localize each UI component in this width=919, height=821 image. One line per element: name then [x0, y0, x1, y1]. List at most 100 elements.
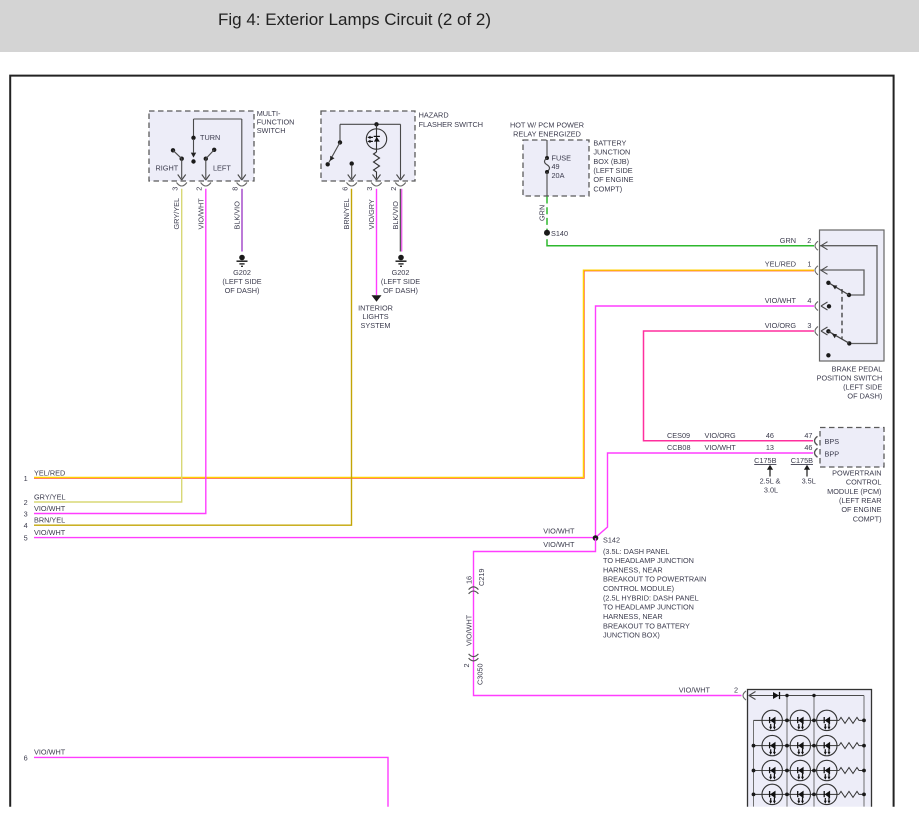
svg-text:VIO/WHT: VIO/WHT [543, 526, 575, 535]
svg-text:BPP: BPP [825, 450, 840, 459]
svg-text:(LEFT SIDE: (LEFT SIDE [222, 277, 261, 286]
svg-text:BRAKE PEDAL: BRAKE PEDAL [832, 365, 883, 374]
svg-text:BLK/VIO: BLK/VIO [391, 201, 400, 230]
svg-text:3.0L: 3.0L [764, 486, 778, 495]
svg-text:S142: S142 [603, 536, 620, 545]
svg-text:(LEFT REAR: (LEFT REAR [839, 496, 881, 505]
svg-text:BREAKOUT TO BATTERY: BREAKOUT TO BATTERY [603, 621, 690, 630]
svg-text:RELAY ENERGIZED: RELAY ENERGIZED [513, 130, 581, 139]
svg-text:CCB08: CCB08 [667, 443, 691, 452]
svg-text:FUSE: FUSE [552, 153, 572, 162]
svg-text:20A: 20A [552, 171, 565, 180]
svg-text:47: 47 [804, 431, 812, 440]
svg-text:VIO/WHT: VIO/WHT [679, 685, 711, 694]
svg-text:2: 2 [24, 498, 28, 507]
svg-text:C175B: C175B [754, 456, 776, 465]
svg-text:TO HEADLAMP JUNCTION: TO HEADLAMP JUNCTION [603, 556, 694, 565]
svg-text:TURN: TURN [200, 133, 220, 142]
svg-text:1: 1 [24, 474, 28, 483]
svg-text:VIO/WHT: VIO/WHT [34, 504, 66, 513]
svg-text:YEL/RED: YEL/RED [765, 260, 796, 269]
svg-text:4: 4 [807, 296, 811, 305]
svg-text:49: 49 [552, 162, 560, 171]
svg-text:VIO/WHT: VIO/WHT [765, 296, 797, 305]
svg-text:2: 2 [194, 187, 203, 191]
svg-text:BRN/YEL: BRN/YEL [342, 198, 351, 229]
svg-text:6: 6 [24, 753, 28, 762]
svg-text:HARNESS, NEAR: HARNESS, NEAR [603, 565, 663, 574]
svg-text:LEFT: LEFT [213, 164, 231, 173]
svg-text:BRN/YEL: BRN/YEL [34, 516, 65, 525]
svg-text:VIO/WHT: VIO/WHT [543, 540, 575, 549]
svg-text:VIO/WHT: VIO/WHT [464, 614, 473, 646]
svg-text:VIO/ORG: VIO/ORG [765, 321, 797, 330]
svg-text:HARNESS, NEAR: HARNESS, NEAR [603, 612, 663, 621]
svg-text:GRN: GRN [780, 236, 796, 245]
svg-text:(LEFT SIDE: (LEFT SIDE [843, 383, 882, 392]
svg-text:(2.5L HYBRID: DASH PANEL: (2.5L HYBRID: DASH PANEL [603, 593, 699, 602]
svg-text:VIO/WHT: VIO/WHT [196, 198, 205, 230]
svg-text:2: 2 [462, 663, 471, 667]
svg-text:TO HEADLAMP JUNCTION: TO HEADLAMP JUNCTION [603, 603, 694, 612]
svg-text:C175B: C175B [791, 456, 813, 465]
svg-text:VIO/ORG: VIO/ORG [705, 431, 737, 440]
svg-text:POSITION SWITCH: POSITION SWITCH [817, 374, 883, 383]
svg-text:INTERIOR: INTERIOR [358, 303, 393, 312]
svg-text:3.5L: 3.5L [802, 477, 816, 486]
svg-text:3: 3 [24, 510, 28, 519]
svg-text:VIO/WHT: VIO/WHT [34, 528, 66, 537]
svg-text:Fig 4: Exterior Lamps Circuit: Fig 4: Exterior Lamps Circuit (2 of 2) [218, 10, 491, 29]
svg-text:C3050: C3050 [476, 663, 485, 685]
svg-text:VIO/WHT: VIO/WHT [705, 443, 737, 452]
svg-text:VIO/WHT: VIO/WHT [34, 748, 66, 757]
svg-text:BATTERY: BATTERY [593, 138, 626, 147]
svg-text:OF DASH): OF DASH) [383, 286, 418, 295]
svg-text:GRY/YEL: GRY/YEL [34, 492, 66, 501]
svg-text:BREAKOUT TO POWERTRAIN: BREAKOUT TO POWERTRAIN [603, 575, 706, 584]
svg-text:GRY/YEL: GRY/YEL [172, 198, 181, 230]
svg-text:CES09: CES09 [667, 431, 690, 440]
svg-text:5: 5 [24, 534, 28, 543]
svg-text:CONTROL: CONTROL [846, 478, 882, 487]
svg-text:MODULE (PCM): MODULE (PCM) [827, 487, 881, 496]
svg-text:OF DASH): OF DASH) [225, 286, 260, 295]
svg-text:OF DASH): OF DASH) [847, 392, 882, 401]
svg-text:JUNCTION: JUNCTION [593, 148, 630, 157]
svg-text:2: 2 [734, 685, 738, 694]
svg-text:1: 1 [807, 260, 811, 269]
svg-text:(LEFT SIDE: (LEFT SIDE [593, 166, 632, 175]
svg-text:46: 46 [804, 443, 812, 452]
svg-text:HOT W/ PCM POWER: HOT W/ PCM POWER [510, 120, 584, 129]
svg-text:2: 2 [807, 236, 811, 245]
svg-text:VIO/GRY: VIO/GRY [367, 199, 376, 229]
svg-text:3: 3 [170, 187, 179, 191]
svg-text:JUNCTION BOX): JUNCTION BOX) [603, 631, 660, 640]
svg-text:POWERTRAIN: POWERTRAIN [832, 468, 881, 477]
svg-text:6: 6 [340, 187, 349, 191]
svg-text:GRN: GRN [538, 205, 547, 221]
svg-text:FLASHER SWITCH: FLASHER SWITCH [419, 120, 483, 129]
svg-text:COMPT): COMPT) [593, 184, 622, 193]
svg-text:OF ENGINE: OF ENGINE [841, 505, 881, 514]
svg-text:CONTROL MODULE): CONTROL MODULE) [603, 584, 674, 593]
svg-text:COMPT): COMPT) [853, 514, 882, 523]
svg-text:BPS: BPS [825, 437, 840, 446]
svg-text:G202: G202 [392, 268, 410, 277]
svg-text:OF ENGINE: OF ENGINE [593, 175, 633, 184]
svg-text:SWITCH: SWITCH [257, 126, 286, 135]
svg-text:3: 3 [365, 187, 374, 191]
svg-text:(LEFT SIDE: (LEFT SIDE [381, 277, 420, 286]
svg-text:YEL/RED: YEL/RED [34, 468, 65, 477]
svg-text:(3.5L: DASH PANEL: (3.5L: DASH PANEL [603, 547, 669, 556]
svg-text:BOX (BJB): BOX (BJB) [593, 157, 629, 166]
svg-text:HAZARD: HAZARD [419, 111, 449, 120]
svg-text:C219: C219 [477, 569, 486, 586]
svg-text:16: 16 [464, 576, 473, 584]
svg-text:3: 3 [807, 321, 811, 330]
svg-text:BLK/VIO: BLK/VIO [232, 201, 241, 230]
svg-text:S140: S140 [551, 229, 568, 238]
svg-text:4: 4 [24, 521, 28, 530]
svg-text:13: 13 [766, 443, 774, 452]
svg-text:G202: G202 [233, 268, 251, 277]
svg-text:LIGHTS: LIGHTS [362, 312, 388, 321]
